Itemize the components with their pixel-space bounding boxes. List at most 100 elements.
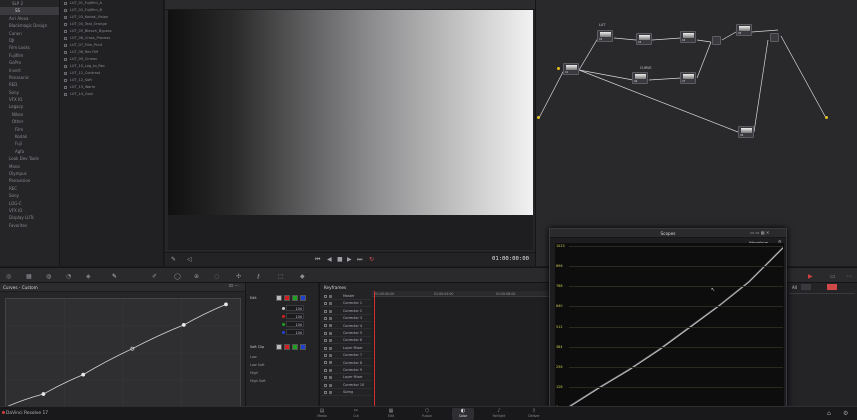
keyframe-track[interactable]: Corrector 2: [321, 308, 371, 315]
play-button[interactable]: ▶: [347, 256, 352, 263]
lut-item[interactable]: LUT_11_Contrast: [60, 70, 163, 77]
green-channel-button[interactable]: [292, 295, 298, 301]
lut-item[interactable]: LUT_13_Warm: [60, 84, 163, 91]
tree-item[interactable]: Mono: [0, 163, 59, 170]
qualifier-icon[interactable]: ✐: [152, 273, 157, 280]
track-lock-icon[interactable]: [329, 368, 332, 372]
tree-item[interactable]: VFX IO: [0, 207, 59, 214]
color-wheels-icon[interactable]: ◍: [46, 273, 51, 280]
node-08[interactable]: 08: [738, 126, 754, 138]
track-lock-icon[interactable]: [329, 302, 332, 306]
green-intensity[interactable]: 100: [286, 321, 304, 327]
track-toggle-icon[interactable]: [324, 331, 327, 335]
mixer-node-2[interactable]: [770, 33, 779, 42]
tree-item[interactable]: SLP 2: [0, 0, 59, 7]
mixer-node-1[interactable]: [712, 36, 721, 45]
softclip-blue-button[interactable]: [300, 344, 306, 350]
node-04[interactable]: 04: [680, 31, 696, 43]
tree-item[interactable]: Sony: [0, 192, 59, 199]
go-last-button[interactable]: ⏭: [357, 256, 362, 264]
keyframe-track[interactable]: Corrector 6: [321, 337, 371, 345]
lut-item[interactable]: LUT_02_Fujifilm_B: [60, 7, 163, 14]
tree-item[interactable]: LOG-C: [0, 200, 59, 207]
curves-options-icon[interactable]: ⊡ ⋯: [229, 284, 239, 289]
track-lock-icon[interactable]: [329, 346, 332, 350]
tree-item[interactable]: GoPro: [0, 59, 59, 66]
lut-folder-tree[interactable]: SLP 2 SS Arri Alexa Blackmagic Design Canon D…: [0, 0, 60, 266]
lut-item[interactable]: LUT_06_Cross_Process: [60, 35, 163, 42]
keyframe-track[interactable]: Corrector 9: [321, 367, 371, 374]
track-toggle-icon[interactable]: [324, 324, 327, 328]
input-dot[interactable]: [537, 116, 540, 119]
tree-item[interactable]: DJI: [0, 37, 59, 44]
tree-item[interactable]: Fuji: [0, 140, 59, 147]
right-panel-toggle[interactable]: [801, 284, 811, 290]
node-05[interactable]: 05: [736, 24, 752, 36]
page-media[interactable]: ▤ Media: [311, 408, 333, 420]
track-toggle-icon[interactable]: [324, 316, 327, 320]
tree-item[interactable]: Canon: [0, 30, 59, 37]
viewer-image[interactable]: [168, 10, 533, 215]
track-toggle-icon[interactable]: [324, 302, 327, 306]
scope-toggle-icon[interactable]: ▭: [830, 273, 836, 280]
lut-item[interactable]: LUT_05_Bleach_Bypass: [60, 28, 163, 35]
track-toggle-icon[interactable]: [324, 353, 327, 357]
track-toggle-icon[interactable]: [324, 309, 327, 313]
tree-item[interactable]: Agfa: [0, 148, 59, 155]
page-color[interactable]: ◐ Color: [452, 408, 474, 420]
luma-intensity[interactable]: 100: [286, 305, 304, 311]
lut-item[interactable]: LUT_14_Cool: [60, 91, 163, 98]
track-toggle-icon[interactable]: [324, 339, 327, 343]
keyframe-track[interactable]: Corrector 8: [321, 360, 371, 367]
color-match-icon[interactable]: ▦: [26, 273, 32, 280]
track-lock-icon[interactable]: [329, 316, 332, 320]
blur-icon[interactable]: ✣: [236, 273, 241, 280]
motion-effects-icon[interactable]: ◈: [86, 273, 91, 280]
tree-item[interactable]: RED: [0, 81, 59, 88]
track-lock-icon[interactable]: [329, 376, 332, 380]
keyframe-track[interactable]: Layer Mixer: [321, 345, 371, 352]
keyframe-timeline[interactable]: 01:00:00:00 01:00:04:00 01:00:08:00: [372, 291, 550, 410]
output-dot[interactable]: [825, 116, 828, 119]
panel-menu-icon[interactable]: ⋯: [846, 273, 852, 280]
tree-item[interactable]: Legacy: [0, 103, 59, 110]
lut-item[interactable]: LUT_07_Film_Print: [60, 42, 163, 49]
magic-mask-icon[interactable]: ◌: [214, 273, 219, 280]
track-toggle-icon[interactable]: [324, 383, 327, 387]
red-intensity[interactable]: 100: [286, 313, 304, 319]
right-panel-red-button[interactable]: [827, 284, 837, 290]
page-fairlight[interactable]: ♪ Fairlight: [488, 408, 510, 420]
key-icon[interactable]: ⚷: [256, 273, 260, 280]
keyframe-track[interactable]: Layer Mixer: [321, 374, 371, 382]
pen-icon[interactable]: ✎: [171, 256, 176, 263]
home-icon[interactable]: ⌂: [827, 410, 831, 417]
tree-item[interactable]: VFX IO: [0, 96, 59, 103]
keyframe-track[interactable]: Sizing: [321, 389, 371, 396]
page-edit[interactable]: ▦ Edit: [380, 408, 402, 420]
node-02[interactable]: 02: [597, 30, 613, 42]
reverse-button[interactable]: ◀: [327, 256, 332, 263]
node-03[interactable]: 03: [636, 33, 652, 45]
track-lock-icon[interactable]: [329, 294, 332, 298]
track-lock-icon[interactable]: [329, 309, 332, 313]
settings-icon[interactable]: ⚙: [843, 410, 848, 417]
lut-item[interactable]: LUT_12_Soft: [60, 77, 163, 84]
node-06[interactable]: 06: [632, 72, 648, 84]
blue-channel-button[interactable]: [300, 295, 306, 301]
track-toggle-icon[interactable]: [324, 294, 327, 298]
curves-icon[interactable]: ✎: [112, 273, 117, 280]
page-deliver[interactable]: ⇪ Deliver: [523, 408, 545, 420]
track-lock-icon[interactable]: [329, 390, 332, 394]
camera-raw-icon[interactable]: ◎: [6, 273, 11, 280]
tree-item[interactable]: Arri Alexa: [0, 15, 59, 22]
curve-control-point[interactable]: [81, 372, 86, 377]
blue-intensity[interactable]: 100: [286, 329, 304, 335]
window-icon[interactable]: ◯: [174, 273, 181, 280]
track-lock-icon[interactable]: [329, 339, 332, 343]
tree-item[interactable]: Display LUTs: [0, 214, 59, 221]
tree-item[interactable]: REC: [0, 185, 59, 192]
node-07[interactable]: 07: [680, 72, 696, 84]
volume-icon[interactable]: ◁: [187, 256, 192, 263]
node-01[interactable]: 01: [563, 63, 579, 75]
tree-item[interactable]: Invert: [0, 67, 59, 74]
